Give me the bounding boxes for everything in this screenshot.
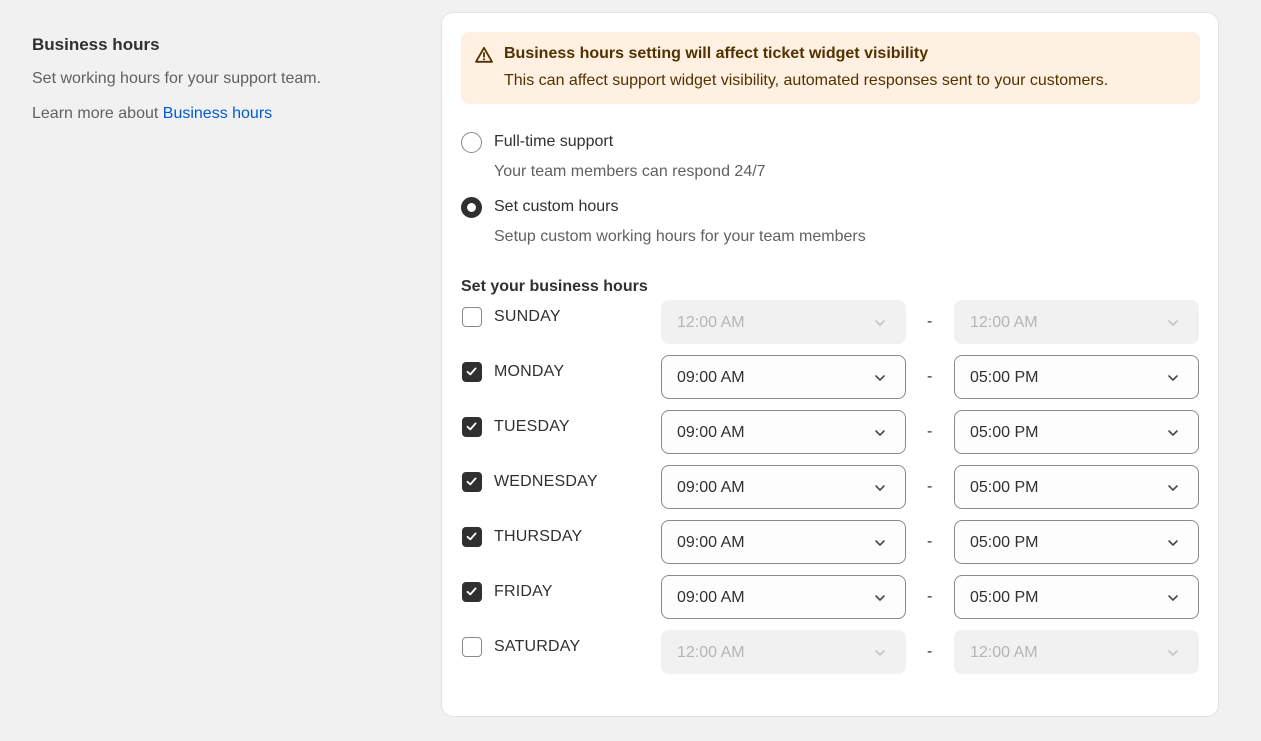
wednesday-open-time-select[interactable]: 09:00 AM [661, 465, 906, 509]
sunday-checkbox[interactable] [462, 307, 482, 327]
business-hours-heading: Set your business hours [461, 278, 648, 295]
chevron-down-icon [1166, 481, 1180, 495]
saturday-checkbox[interactable] [462, 637, 482, 657]
section-info: Business hours Set working hours for you… [32, 34, 412, 125]
learn-more: Learn more about Business hours [32, 103, 412, 125]
tuesday-open-time-select[interactable]: 09:00 AM [661, 410, 906, 454]
close-time-value: 05:00 PM [970, 479, 1039, 496]
open-time-value: 09:00 AM [677, 424, 745, 441]
radio-label[interactable]: Set custom hours [494, 197, 619, 217]
business-hours-link[interactable]: Business hours [163, 105, 272, 122]
thursday-open-time-select[interactable]: 09:00 AM [661, 520, 906, 564]
chevron-down-icon [873, 591, 887, 605]
banner-text: This can affect support widget visibilit… [504, 72, 1109, 89]
day-label: TUESDAY [494, 418, 570, 435]
day-label: WEDNESDAY [494, 473, 598, 490]
thursday-close-time-select[interactable]: 05:00 PM [954, 520, 1199, 564]
close-time-value: 05:00 PM [970, 589, 1039, 606]
chevron-down-icon [873, 481, 887, 495]
saturday-open-time-select[interactable]: 12:00 AM [661, 630, 906, 674]
radio-help-text: Setup custom working hours for your team… [494, 228, 866, 245]
day-row-tuesday: TUESDAY 09:00 AM - 05:00 PM [461, 410, 1200, 454]
chevron-down-icon [1166, 371, 1180, 385]
chevron-down-icon [1166, 591, 1180, 605]
monday-close-time-select[interactable]: 05:00 PM [954, 355, 1199, 399]
chevron-down-icon [873, 316, 887, 330]
warning-banner: Business hours setting will affect ticke… [461, 32, 1200, 104]
chevron-down-icon [1166, 646, 1180, 660]
time-separator: - [927, 533, 933, 550]
friday-close-time-select[interactable]: 05:00 PM [954, 575, 1199, 619]
time-separator: - [927, 368, 933, 385]
chevron-down-icon [873, 536, 887, 550]
open-time-value: 09:00 AM [677, 589, 745, 606]
open-time-value: 09:00 AM [677, 479, 745, 496]
day-label: FRIDAY [494, 583, 553, 600]
open-time-value: 12:00 AM [677, 644, 745, 661]
close-time-value: 12:00 AM [970, 314, 1038, 331]
day-row-monday: MONDAY 09:00 AM - 05:00 PM [461, 355, 1200, 399]
wednesday-checkbox[interactable] [462, 472, 482, 492]
monday-open-time-select[interactable]: 09:00 AM [661, 355, 906, 399]
radio-button[interactable] [461, 132, 482, 153]
chevron-down-icon [1166, 316, 1180, 330]
chevron-down-icon [873, 371, 887, 385]
day-row-wednesday: WEDNESDAY 09:00 AM - 05:00 PM [461, 465, 1200, 509]
close-time-value: 12:00 AM [970, 644, 1038, 661]
banner-title: Business hours setting will affect ticke… [504, 45, 929, 62]
day-row-sunday: SUNDAY 12:00 AM - 12:00 AM [461, 300, 1200, 344]
warning-triangle-icon [474, 45, 494, 65]
open-time-value: 09:00 AM [677, 534, 745, 551]
day-label: SATURDAY [494, 638, 581, 655]
close-time-value: 05:00 PM [970, 534, 1039, 551]
tuesday-checkbox[interactable] [462, 417, 482, 437]
day-row-friday: FRIDAY 09:00 AM - 05:00 PM [461, 575, 1200, 619]
chevron-down-icon [873, 646, 887, 660]
close-time-value: 05:00 PM [970, 424, 1039, 441]
friday-checkbox[interactable] [462, 582, 482, 602]
day-row-saturday: SATURDAY 12:00 AM - 12:00 AM [461, 630, 1200, 674]
wednesday-close-time-select[interactable]: 05:00 PM [954, 465, 1199, 509]
radio-label[interactable]: Full-time support [494, 132, 613, 152]
time-separator: - [927, 313, 933, 330]
radio-help-text: Your team members can respond 24/7 [494, 163, 766, 180]
day-label: SUNDAY [494, 308, 561, 325]
monday-checkbox[interactable] [462, 362, 482, 382]
business-hours-card: Business hours setting will affect ticke… [441, 12, 1219, 717]
sunday-close-time-select[interactable]: 12:00 AM [954, 300, 1199, 344]
close-time-value: 05:00 PM [970, 369, 1039, 386]
open-time-value: 09:00 AM [677, 369, 745, 386]
learn-more-prefix: Learn more about [32, 105, 159, 122]
day-label: THURSDAY [494, 528, 583, 545]
time-separator: - [927, 588, 933, 605]
thursday-checkbox[interactable] [462, 527, 482, 547]
open-time-value: 12:00 AM [677, 314, 745, 331]
day-row-thursday: THURSDAY 09:00 AM - 05:00 PM [461, 520, 1200, 564]
chevron-down-icon [1166, 426, 1180, 440]
saturday-close-time-select[interactable]: 12:00 AM [954, 630, 1199, 674]
time-separator: - [927, 643, 933, 660]
chevron-down-icon [873, 426, 887, 440]
section-description: Set working hours for your support team. [32, 70, 322, 87]
tuesday-close-time-select[interactable]: 05:00 PM [954, 410, 1199, 454]
day-label: MONDAY [494, 363, 565, 380]
friday-open-time-select[interactable]: 09:00 AM [661, 575, 906, 619]
chevron-down-icon [1166, 536, 1180, 550]
time-separator: - [927, 478, 933, 495]
time-separator: - [927, 423, 933, 440]
radio-button[interactable] [461, 197, 482, 218]
sunday-open-time-select[interactable]: 12:00 AM [661, 300, 906, 344]
section-title: Business hours [32, 35, 160, 54]
